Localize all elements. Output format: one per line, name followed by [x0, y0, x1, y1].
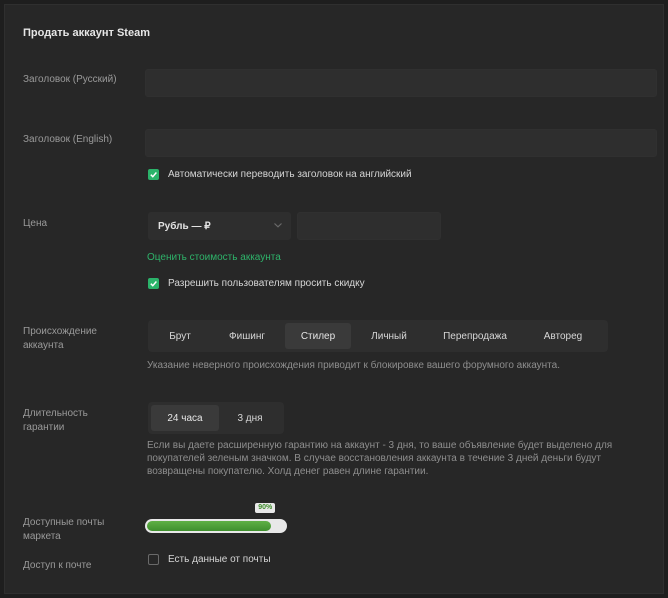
- guarantee-label: Длительность гарантии: [23, 408, 88, 433]
- auto-translate-label: Автоматически переводить заголовок на ан…: [168, 169, 412, 180]
- sell-steam-account-panel: Продать аккаунт Steam Заголовок (Русский…: [4, 4, 664, 594]
- mail-data-label: Есть данные от почты: [168, 554, 271, 565]
- origin-option-phishing[interactable]: Фишинг: [209, 323, 285, 349]
- market-mails-progress-fill: [147, 521, 272, 531]
- mail-data-option[interactable]: Есть данные от почты: [148, 554, 271, 565]
- title-en-input[interactable]: [145, 129, 657, 157]
- origin-label: Происхождение аккаунта: [23, 326, 97, 351]
- mail-access-label: Доступ к почте: [23, 560, 92, 571]
- allow-discount-label: Разрешить пользователям просить скидку: [168, 278, 365, 289]
- origin-option-resale[interactable]: Перепродажа: [427, 323, 523, 349]
- origin-selector: Брут Фишинг Стилер Личный Перепродажа Ав…: [148, 320, 608, 352]
- allow-discount-option[interactable]: Разрешить пользователям просить скидку: [148, 278, 365, 289]
- title-ru-input[interactable]: [145, 69, 657, 97]
- guarantee-option-3d[interactable]: 3 дня: [219, 405, 281, 431]
- market-mails-label: Доступные почты маркета: [23, 517, 105, 542]
- check-icon: [150, 172, 157, 178]
- title-en-label: Заголовок (English): [23, 134, 113, 145]
- check-icon: [150, 281, 157, 287]
- chevron-down-icon: [274, 223, 282, 228]
- market-mails-percent: 90%: [255, 503, 276, 513]
- origin-hint: Указание неверного происхождения приводи…: [147, 360, 560, 371]
- price-input[interactable]: [297, 212, 441, 240]
- mail-data-checkbox[interactable]: [148, 554, 159, 565]
- origin-option-brute[interactable]: Брут: [151, 323, 209, 349]
- allow-discount-checkbox[interactable]: [148, 278, 159, 289]
- currency-select[interactable]: Рубль — ₽: [148, 212, 291, 240]
- origin-option-personal[interactable]: Личный: [351, 323, 427, 349]
- currency-selected: Рубль — ₽: [158, 220, 211, 232]
- origin-option-autoreg[interactable]: Автореg: [523, 323, 603, 349]
- auto-translate-option[interactable]: Автоматически переводить заголовок на ан…: [148, 169, 412, 180]
- page-title: Продать аккаунт Steam: [23, 27, 150, 39]
- price-label: Цена: [23, 218, 48, 229]
- guarantee-option-24h[interactable]: 24 часа: [151, 405, 219, 431]
- estimate-account-link[interactable]: Оценить стоимость аккаунта: [147, 252, 281, 263]
- guarantee-hint: Если вы даете расширенную гарантию на ак…: [147, 440, 613, 477]
- title-ru-label: Заголовок (Русский): [23, 74, 117, 85]
- origin-option-stealer[interactable]: Стилер: [285, 323, 351, 349]
- guarantee-selector: 24 часа 3 дня: [148, 402, 284, 434]
- market-mails-progress: [145, 519, 287, 533]
- auto-translate-checkbox[interactable]: [148, 169, 159, 180]
